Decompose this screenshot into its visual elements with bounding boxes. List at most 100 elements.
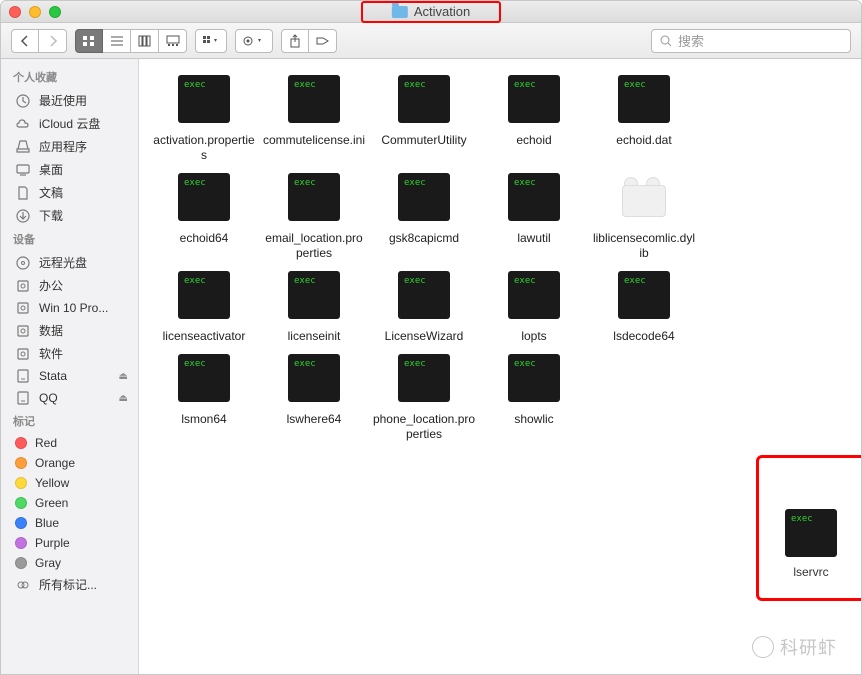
sidebar-item[interactable]: 桌面: [1, 158, 138, 181]
sidebar-item-label: iCloud 云盘: [39, 115, 100, 132]
file-item[interactable]: phone_location.properties: [371, 354, 477, 442]
sidebar-item-label: Yellow: [35, 476, 69, 490]
file-item[interactable]: echoid64: [151, 173, 257, 261]
sidebar-item[interactable]: Green: [1, 493, 138, 513]
back-button[interactable]: [11, 29, 39, 53]
sidebar-item-label: 数据: [39, 322, 63, 339]
zoom-button[interactable]: [49, 6, 61, 18]
exec-icon: [288, 271, 340, 323]
close-button[interactable]: [9, 6, 21, 18]
tag-dot-icon: [15, 517, 27, 529]
forward-button[interactable]: [39, 29, 67, 53]
watermark-text: 科研虾: [780, 634, 837, 660]
file-item[interactable]: echoid: [481, 75, 587, 163]
search-field[interactable]: 搜索: [651, 29, 851, 53]
sidebar[interactable]: 个人收藏最近使用iCloud 云盘应用程序桌面文稿下载设备远程光盘办公Win 1…: [1, 59, 139, 674]
clock-icon: [15, 93, 31, 109]
share-group: [281, 29, 337, 53]
file-item[interactable]: lopts: [481, 271, 587, 344]
file-item[interactable]: licenseactivator: [151, 271, 257, 344]
tags-button[interactable]: [309, 29, 337, 53]
sidebar-item-label: 远程光盘: [39, 254, 87, 271]
nav-buttons: [11, 29, 67, 53]
exec-icon: [398, 173, 450, 225]
finder-window: Activation: [0, 0, 862, 675]
file-item[interactable]: lsmon64: [151, 354, 257, 442]
sidebar-item[interactable]: Orange: [1, 453, 138, 473]
sidebar-item[interactable]: 最近使用: [1, 89, 138, 112]
sidebar-item-label: 所有标记...: [39, 576, 97, 593]
sidebar-item[interactable]: Win 10 Pro...: [1, 297, 138, 319]
view-gallery-button[interactable]: [159, 29, 187, 53]
watermark: 科研虾: [752, 634, 837, 660]
sidebar-item[interactable]: 应用程序: [1, 135, 138, 158]
folder-icon: [392, 6, 408, 18]
arrange-button[interactable]: [195, 29, 227, 53]
tag-dot-icon: [15, 437, 27, 449]
hdd-icon: [15, 300, 31, 316]
file-label: email_location.properties: [262, 231, 366, 261]
sidebar-item[interactable]: Gray: [1, 553, 138, 573]
file-item[interactable]: commutelicense.ini: [261, 75, 367, 163]
sidebar-item[interactable]: Stata⏏: [1, 365, 138, 387]
tag-dot-icon: [15, 497, 27, 509]
sidebar-item-label: 办公: [39, 277, 63, 294]
sidebar-item[interactable]: Purple: [1, 533, 138, 553]
file-item[interactable]: lswhere64: [261, 354, 367, 442]
view-columns-button[interactable]: [131, 29, 159, 53]
file-item[interactable]: activation.properties: [151, 75, 257, 163]
ext-icon: [15, 368, 31, 384]
desktop-icon: [15, 162, 31, 178]
sidebar-item[interactable]: Blue: [1, 513, 138, 533]
sidebar-section-header: 标记: [1, 409, 138, 433]
file-item[interactable]: showlic: [481, 354, 587, 442]
sidebar-item[interactable]: 软件: [1, 342, 138, 365]
eject-icon[interactable]: ⏏: [119, 393, 128, 404]
file-item[interactable]: LicenseWizard: [371, 271, 477, 344]
sidebar-item[interactable]: Yellow: [1, 473, 138, 493]
exec-icon: [178, 271, 230, 323]
sidebar-item[interactable]: 远程光盘: [1, 251, 138, 274]
traffic-lights: [9, 6, 61, 18]
dragged-file[interactable]: lservrc: [785, 509, 837, 579]
sidebar-item-label: 文稿: [39, 184, 63, 201]
tag-dot-icon: [15, 457, 27, 469]
file-label: licenseactivator: [163, 329, 246, 344]
action-menu-button[interactable]: [235, 29, 273, 53]
dylib-icon: [618, 173, 670, 225]
file-item[interactable]: echoid.dat: [591, 75, 697, 163]
watermark-icon: [752, 636, 774, 658]
file-item[interactable]: CommuterUtility: [371, 75, 477, 163]
sidebar-item[interactable]: QQ⏏: [1, 387, 138, 409]
file-grid: activation.propertiescommutelicense.iniC…: [151, 75, 849, 442]
window-title-text: Activation: [414, 4, 470, 19]
file-item[interactable]: gsk8capicmd: [371, 173, 477, 261]
sidebar-item[interactable]: iCloud 云盘: [1, 112, 138, 135]
eject-icon[interactable]: ⏏: [119, 371, 128, 382]
exec-icon: [618, 75, 670, 127]
arrange-group: [195, 29, 227, 53]
view-list-button[interactable]: [103, 29, 131, 53]
hdd-icon: [15, 278, 31, 294]
doc-icon: [15, 185, 31, 201]
file-item[interactable]: lsdecode64: [591, 271, 697, 344]
view-icons-button[interactable]: [75, 29, 103, 53]
sidebar-item-label: 最近使用: [39, 92, 87, 109]
file-label: echoid64: [180, 231, 229, 246]
minimize-button[interactable]: [29, 6, 41, 18]
sidebar-item[interactable]: 数据: [1, 319, 138, 342]
sidebar-item[interactable]: Red: [1, 433, 138, 453]
sidebar-item[interactable]: 办公: [1, 274, 138, 297]
file-label: lsdecode64: [613, 329, 674, 344]
sidebar-item[interactable]: 所有标记...: [1, 573, 138, 596]
exec-icon: [398, 271, 450, 323]
file-item[interactable]: email_location.properties: [261, 173, 367, 261]
sidebar-item[interactable]: 下载: [1, 204, 138, 227]
file-item[interactable]: licenseinit: [261, 271, 367, 344]
file-item[interactable]: liblicensecomlic.dylib: [591, 173, 697, 261]
sidebar-item[interactable]: 文稿: [1, 181, 138, 204]
share-button[interactable]: [281, 29, 309, 53]
file-item[interactable]: lawutil: [481, 173, 587, 261]
content-area[interactable]: activation.propertiescommutelicense.iniC…: [139, 59, 861, 674]
exec-icon: [288, 75, 340, 127]
